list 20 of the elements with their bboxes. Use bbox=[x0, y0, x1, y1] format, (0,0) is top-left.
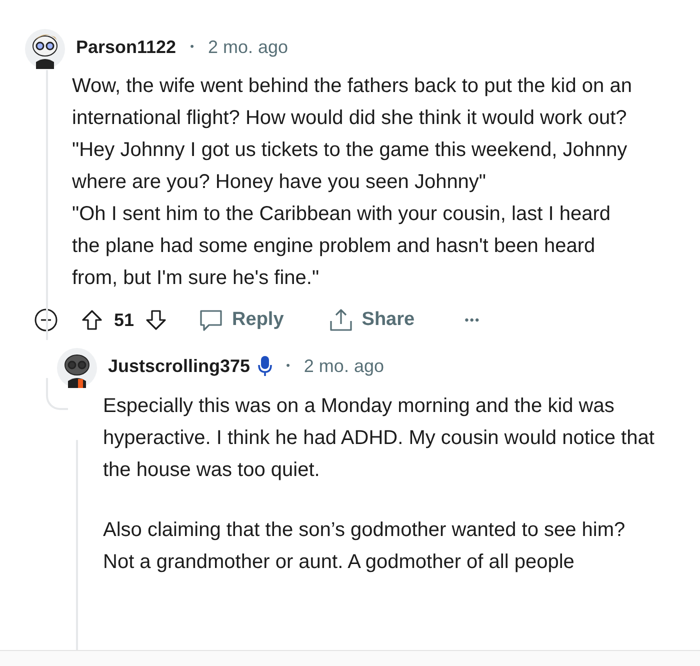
comment-text: Especially this was on a Monday morning and the kid was hyperactive. I think he had ADHD. My cousin would notice that the house was too quiet. bbox=[103, 394, 656, 483]
collapse-button[interactable] bbox=[34, 308, 58, 332]
comment-text: Also claiming that the son’s godmother wanted to see him? Not a grandmother or aunt. A godmother of all people bbox=[103, 518, 626, 575]
upvote-button[interactable] bbox=[80, 308, 104, 332]
comment-text: Wow, the wife went behind the fathers back to put the kid on an international flight? How would did she think it would work out? bbox=[72, 74, 633, 131]
separator-dot: • bbox=[286, 360, 290, 372]
timestamp: 2 mo. ago bbox=[304, 356, 384, 376]
username[interactable]: Justscrolling375 bbox=[108, 356, 250, 376]
comment-text: "Hey Johnny I got us tickets to the game this weekend, Johnny where are you? Honey have you seen Johnny" bbox=[72, 138, 628, 195]
reply-button[interactable]: Reply bbox=[198, 307, 284, 333]
more-options-button[interactable]: ••• bbox=[464, 313, 480, 327]
vote-score: 51 bbox=[114, 310, 134, 330]
share-button[interactable]: Share bbox=[328, 307, 415, 333]
timestamp: 2 mo. ago bbox=[208, 36, 288, 58]
downvote-button[interactable] bbox=[144, 308, 168, 332]
speech-bubble-icon bbox=[198, 307, 224, 333]
username[interactable]: Parson1122 bbox=[76, 36, 176, 58]
share-icon bbox=[328, 307, 354, 333]
comment-text: "Oh I sent him to the Caribbean with your cousin, last I heard the plane had some engine problem and hasn't been heard from, but I'm sure he's fine." bbox=[72, 202, 612, 291]
separator-dot: • bbox=[190, 41, 194, 53]
